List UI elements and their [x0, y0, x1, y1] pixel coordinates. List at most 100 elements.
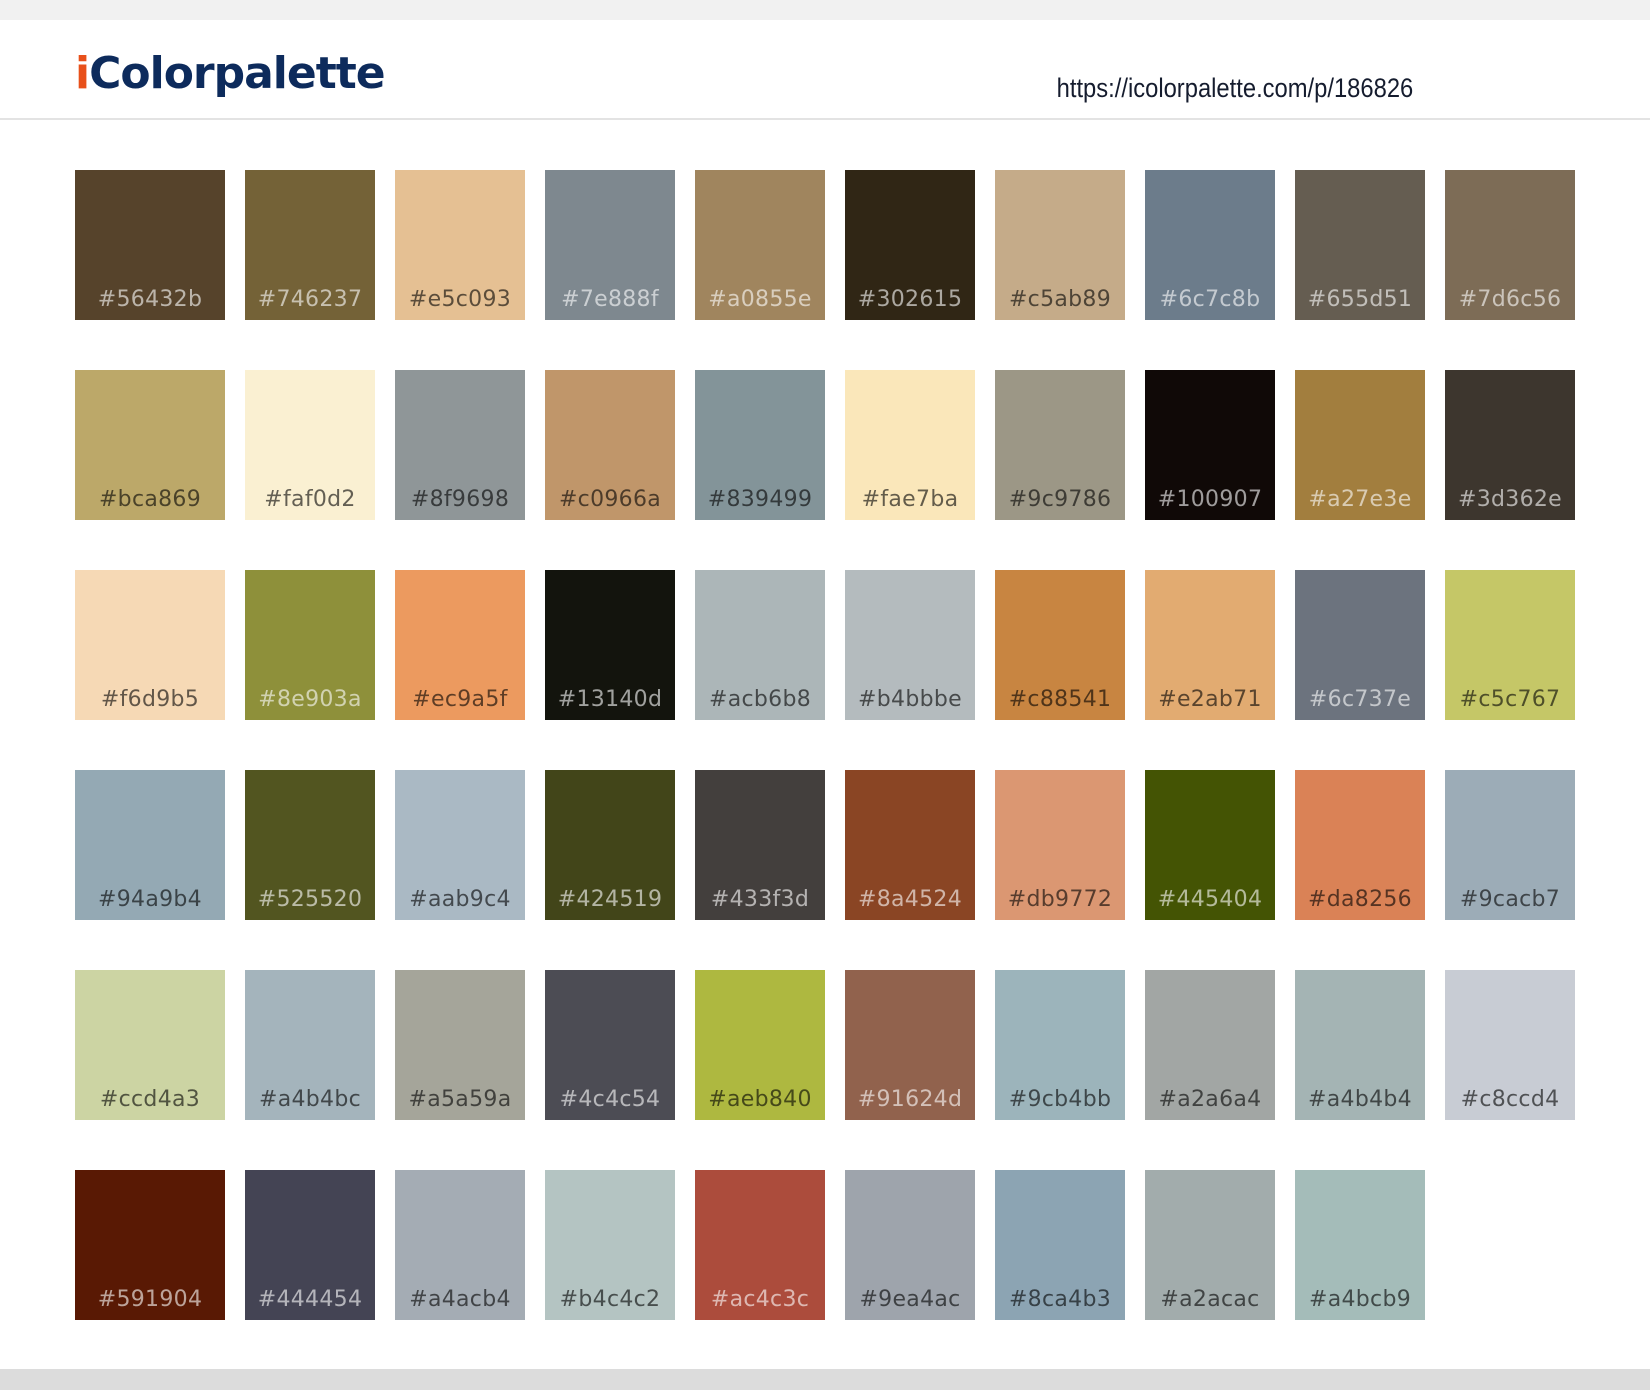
color-hex-label: #6c7c8b — [1159, 287, 1261, 312]
color-hex-label: #424519 — [557, 887, 663, 912]
color-swatch[interactable]: #aab9c4 — [395, 770, 525, 920]
color-hex-label: #a4bcb9 — [1308, 1287, 1412, 1312]
color-hex-label: #db9772 — [1007, 887, 1113, 912]
color-swatch[interactable]: #525520 — [245, 770, 375, 920]
color-hex-label: #9c9786 — [1008, 487, 1112, 512]
color-swatch[interactable]: #9ea4ac — [845, 1170, 975, 1320]
color-hex-label: #7e888f — [561, 287, 659, 312]
color-hex-label: #a4b4bc — [258, 1087, 362, 1112]
color-swatch[interactable]: #acb6b8 — [695, 570, 825, 720]
color-swatch[interactable]: #94a9b4 — [75, 770, 225, 920]
color-swatch[interactable]: #9cb4bb — [995, 970, 1125, 1120]
color-swatch[interactable]: #13140d — [545, 570, 675, 720]
color-swatch[interactable]: #a27e3e — [1295, 370, 1425, 520]
color-hex-label: #9ea4ac — [859, 1287, 961, 1312]
color-swatch[interactable]: #e5c093 — [395, 170, 525, 320]
color-hex-label: #8f9698 — [410, 487, 510, 512]
color-swatch[interactable]: #bca869 — [75, 370, 225, 520]
color-swatch[interactable]: #a0855e — [695, 170, 825, 320]
color-swatch[interactable]: #faf0d2 — [245, 370, 375, 520]
color-hex-label: #ac4c3c — [710, 1287, 810, 1312]
color-hex-label: #591904 — [97, 1287, 203, 1312]
color-hex-label: #fae7ba — [861, 487, 959, 512]
color-swatch[interactable]: #f6d9b5 — [75, 570, 225, 720]
color-swatch[interactable]: #655d51 — [1295, 170, 1425, 320]
color-swatch[interactable]: #c8ccd4 — [1445, 970, 1575, 1120]
color-hex-label: #a4acb4 — [409, 1287, 511, 1312]
color-swatch[interactable]: #db9772 — [995, 770, 1125, 920]
color-hex-label: #445404 — [1157, 887, 1263, 912]
color-swatch[interactable]: #444454 — [245, 1170, 375, 1320]
color-hex-label: #c5ab89 — [1008, 287, 1112, 312]
color-hex-label: #a27e3e — [1308, 487, 1412, 512]
color-hex-label: #acb6b8 — [708, 687, 812, 712]
color-hex-label: #444454 — [257, 1287, 363, 1312]
color-hex-label: #aeb840 — [708, 1087, 812, 1112]
color-hex-label: #525520 — [257, 887, 363, 912]
color-swatch[interactable]: #4c4c54 — [545, 970, 675, 1120]
color-hex-label: #a4b4b4 — [1308, 1087, 1412, 1112]
color-swatch[interactable]: #a2acac — [1145, 1170, 1275, 1320]
color-swatch[interactable]: #8ca4b3 — [995, 1170, 1125, 1320]
color-swatch[interactable]: #da8256 — [1295, 770, 1425, 920]
page-content: iColorpalette https://icolorpalette.com/… — [0, 20, 1650, 1369]
color-swatch[interactable]: #91624d — [845, 970, 975, 1120]
color-hex-label: #6c737e — [1308, 687, 1412, 712]
color-swatch[interactable]: #c5c767 — [1445, 570, 1575, 720]
color-swatch[interactable]: #433f3d — [695, 770, 825, 920]
color-hex-label: #4c4c54 — [559, 1087, 661, 1112]
color-swatch[interactable]: #b4bbbe — [845, 570, 975, 720]
color-hex-label: #ec9a5f — [412, 687, 508, 712]
color-swatch[interactable]: #a5a59a — [395, 970, 525, 1120]
color-swatch[interactable]: #ccd4a3 — [75, 970, 225, 1120]
color-swatch[interactable]: #424519 — [545, 770, 675, 920]
color-swatch[interactable]: #302615 — [845, 170, 975, 320]
color-hex-label: #b4bbbe — [858, 687, 962, 712]
color-swatch[interactable]: #9c9786 — [995, 370, 1125, 520]
color-swatch[interactable]: #6c7c8b — [1145, 170, 1275, 320]
color-swatch[interactable]: #445404 — [1145, 770, 1275, 920]
color-swatch[interactable]: #a4bcb9 — [1295, 1170, 1425, 1320]
color-swatch[interactable]: #8f9698 — [395, 370, 525, 520]
color-swatch[interactable]: #ac4c3c — [695, 1170, 825, 1320]
color-hex-label: #94a9b4 — [98, 887, 202, 912]
color-hex-label: #9cb4bb — [1008, 1087, 1112, 1112]
color-hex-label: #a2acac — [1160, 1287, 1260, 1312]
color-swatch[interactable]: #6c737e — [1295, 570, 1425, 720]
color-swatch[interactable]: #839499 — [695, 370, 825, 520]
color-hex-label: #aab9c4 — [409, 887, 511, 912]
color-swatch[interactable]: #c88541 — [995, 570, 1125, 720]
color-swatch[interactable]: #591904 — [75, 1170, 225, 1320]
color-swatch[interactable]: #a2a6a4 — [1145, 970, 1275, 1120]
color-swatch[interactable]: #c0966a — [545, 370, 675, 520]
color-hex-label: #ccd4a3 — [99, 1087, 201, 1112]
color-swatch[interactable]: #8a4524 — [845, 770, 975, 920]
color-swatch[interactable]: #a4acb4 — [395, 1170, 525, 1320]
color-hex-label: #8a4524 — [857, 887, 962, 912]
color-swatch[interactable]: #b4c4c2 — [545, 1170, 675, 1320]
color-swatch[interactable]: #56432b — [75, 170, 225, 320]
color-swatch[interactable]: #8e903a — [245, 570, 375, 720]
color-swatch[interactable]: #fae7ba — [845, 370, 975, 520]
color-swatch[interactable]: #7e888f — [545, 170, 675, 320]
color-hex-label: #91624d — [857, 1087, 963, 1112]
color-hex-label: #839499 — [707, 487, 813, 512]
color-swatch[interactable]: #ec9a5f — [395, 570, 525, 720]
color-swatch[interactable]: #746237 — [245, 170, 375, 320]
color-swatch[interactable]: #a4b4bc — [245, 970, 375, 1120]
color-swatch[interactable]: #c5ab89 — [995, 170, 1125, 320]
bottom-bar — [0, 1369, 1650, 1390]
color-swatch[interactable]: #aeb840 — [695, 970, 825, 1120]
color-swatch[interactable]: #3d362e — [1445, 370, 1575, 520]
color-hex-label: #3d362e — [1457, 487, 1563, 512]
color-swatch[interactable]: #9cacb7 — [1445, 770, 1575, 920]
color-swatch[interactable]: #e2ab71 — [1145, 570, 1275, 720]
color-swatch[interactable]: #100907 — [1145, 370, 1275, 520]
color-hex-label: #655d51 — [1307, 287, 1413, 312]
color-hex-label: #e2ab71 — [1158, 687, 1262, 712]
color-hex-label: #c88541 — [1008, 687, 1112, 712]
color-hex-label: #433f3d — [710, 887, 810, 912]
color-swatch-grid: #56432b #746237 #e5c093 #7e888f #a0855e #3026… — [0, 20, 1650, 1369]
color-swatch[interactable]: #a4b4b4 — [1295, 970, 1425, 1120]
color-swatch[interactable]: #7d6c56 — [1445, 170, 1575, 320]
